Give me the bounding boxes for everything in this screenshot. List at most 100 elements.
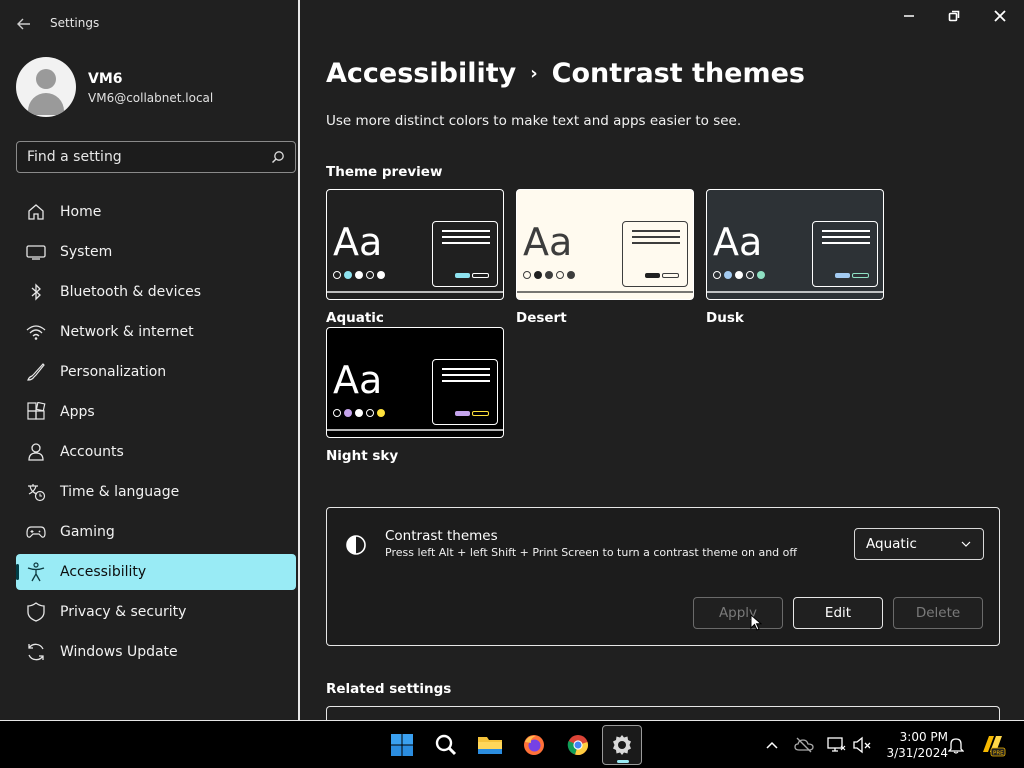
taskbar-clock[interactable]: 3:00 PM 3/31/2024	[880, 729, 948, 761]
theme-color-swatches	[713, 271, 765, 279]
settings-icon	[613, 735, 631, 755]
breadcrumb-parent[interactable]: Accessibility	[326, 58, 516, 89]
apps-icon	[26, 402, 46, 422]
sidebar-item-label: Apps	[60, 404, 95, 420]
theme-color-swatches	[333, 409, 385, 417]
onedrive-button[interactable]	[794, 735, 814, 755]
show-hidden-icons-button[interactable]	[762, 735, 782, 755]
sidebar: Settings VM6 VM6@collabnet.local Home Sy…	[0, 0, 300, 720]
theme-card-night-sky[interactable]: Aa	[326, 327, 504, 438]
taskbar-search-button[interactable]	[426, 725, 466, 765]
sidebar-item-network[interactable]: Network & internet	[16, 314, 296, 350]
search-box[interactable]	[16, 141, 296, 173]
file-explorer-button[interactable]	[470, 725, 510, 765]
contrast-themes-panel: Contrast themes Press left Alt + left Sh…	[326, 507, 1000, 646]
accessibility-icon	[26, 562, 46, 582]
sidebar-item-system[interactable]: System	[16, 234, 296, 270]
sidebar-item-home[interactable]: Home	[16, 194, 296, 230]
sidebar-item-label: Time & language	[60, 484, 180, 500]
related-settings-heading: Related settings	[326, 681, 452, 697]
sidebar-item-label: Privacy & security	[60, 604, 187, 620]
sidebar-item-label: Bluetooth & devices	[60, 284, 202, 300]
sidebar-item-privacy[interactable]: Privacy & security	[16, 594, 296, 630]
svg-text:PRE: PRE	[993, 751, 1004, 757]
contrast-icon	[346, 535, 366, 555]
volume-button[interactable]	[852, 735, 872, 755]
mouse-cursor-icon	[750, 614, 762, 631]
sidebar-item-personalization[interactable]: Personalization	[16, 354, 296, 390]
main-content: Accessibility › Contrast themes Use more d…	[302, 0, 1024, 726]
bell-icon	[948, 738, 964, 754]
globe-clock-icon	[26, 482, 46, 502]
sidebar-item-label: Gaming	[60, 524, 115, 540]
theme-window-preview	[812, 221, 878, 287]
theme-color-swatches	[333, 271, 385, 279]
sidebar-item-label: Accounts	[60, 444, 124, 460]
sidebar-item-label: Windows Update	[60, 644, 178, 660]
breadcrumb: Accessibility › Contrast themes	[326, 58, 805, 89]
chrome-button[interactable]	[558, 725, 598, 765]
chevron-up-icon	[766, 741, 778, 749]
theme-window-preview	[432, 359, 498, 425]
page-title: Contrast themes	[551, 58, 806, 89]
cloud-offline-icon	[794, 737, 814, 753]
sidebar-item-apps[interactable]: Apps	[16, 394, 296, 430]
theme-sample-text: Aa	[713, 220, 763, 264]
sidebar-item-label: Network & internet	[60, 324, 194, 340]
sidebar-item-label: Personalization	[60, 364, 167, 380]
theme-preview-heading: Theme preview	[326, 164, 443, 180]
search-input[interactable]	[17, 142, 267, 172]
chrome-icon	[567, 735, 588, 755]
sidebar-item-gaming[interactable]: Gaming	[16, 514, 296, 550]
firefox-button[interactable]	[514, 725, 554, 765]
settings-window: Settings VM6 VM6@collabnet.local Home Sy…	[0, 0, 1024, 726]
start-icon	[391, 734, 413, 756]
user-email: VM6@collabnet.local	[88, 91, 214, 105]
user-name: VM6	[88, 71, 123, 87]
contrast-themes-description: Press left Alt + left Shift + Print Scre…	[385, 546, 797, 559]
apply-button[interactable]: Apply	[693, 597, 783, 629]
taskbar: 3:00 PM 3/31/2024 PRE	[0, 720, 1024, 768]
copilot-button[interactable]: PRE	[980, 732, 1006, 758]
theme-window-preview	[432, 221, 498, 287]
chevron-down-icon	[961, 541, 971, 547]
search-icon[interactable]	[271, 150, 285, 164]
avatar	[16, 57, 76, 117]
back-arrow-icon	[17, 18, 30, 30]
sidebar-item-label: Home	[60, 204, 102, 220]
back-button[interactable]	[12, 12, 36, 36]
gamepad-icon	[26, 522, 46, 542]
theme-select-value: Aquatic	[866, 536, 917, 552]
brush-icon	[26, 362, 46, 382]
edit-button[interactable]: Edit	[793, 597, 883, 629]
settings-taskbar-button[interactable]	[602, 725, 642, 765]
firefox-icon	[524, 735, 544, 755]
home-icon	[26, 202, 46, 222]
sidebar-item-time-language[interactable]: Time & language	[16, 474, 296, 510]
start-button[interactable]	[382, 725, 422, 765]
person-icon	[26, 442, 46, 462]
app-title: Settings	[50, 16, 100, 30]
network-icon	[827, 737, 846, 752]
theme-name-label: Desert	[516, 310, 567, 326]
theme-name-label: Dusk	[706, 310, 744, 326]
theme-name-label: Aquatic	[326, 310, 384, 326]
theme-card-dusk[interactable]: Aa	[706, 189, 884, 300]
copilot-icon: PRE	[983, 736, 1006, 757]
theme-select[interactable]: Aquatic	[854, 528, 984, 560]
sidebar-item-windows-update[interactable]: Windows Update	[16, 634, 296, 670]
sidebar-item-accessibility[interactable]: Accessibility	[16, 554, 296, 590]
delete-button[interactable]: Delete	[893, 597, 983, 629]
breadcrumb-separator: ›	[530, 63, 538, 84]
contrast-themes-title: Contrast themes	[385, 528, 498, 544]
volume-muted-icon	[853, 736, 871, 754]
theme-sample-text: Aa	[333, 358, 383, 402]
theme-card-aquatic[interactable]: Aa	[326, 189, 504, 300]
laptop-icon	[26, 242, 46, 262]
search-icon	[435, 734, 457, 756]
sidebar-item-bluetooth[interactable]: Bluetooth & devices	[16, 274, 296, 310]
sidebar-item-accounts[interactable]: Accounts	[16, 434, 296, 470]
network-button[interactable]	[826, 735, 846, 755]
notifications-button[interactable]	[946, 735, 966, 755]
theme-card-desert[interactable]: Aa	[516, 189, 694, 300]
